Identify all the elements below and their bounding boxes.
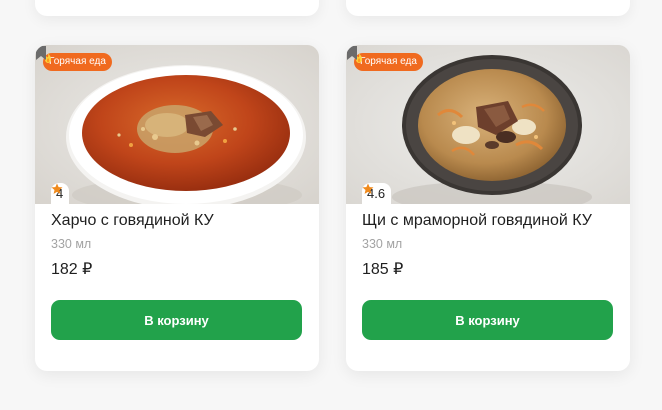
bookmark-icon[interactable] <box>35 45 47 61</box>
product-volume: 330 мл <box>362 237 403 251</box>
hot-food-badge: Горячая еда <box>43 53 112 71</box>
product-volume: 330 мл <box>51 237 92 251</box>
bookmark-icon[interactable] <box>346 45 358 61</box>
star-icon <box>362 183 374 194</box>
product-title[interactable]: Щи с мраморной говядиной КУ <box>362 212 592 230</box>
product-card[interactable]: Горячая еда 4 Харчо с говядиной КУ 330 м… <box>35 45 319 371</box>
product-photo[interactable]: Горячая еда 4 <box>35 45 319 204</box>
product-price: 182 ₽ <box>51 261 93 278</box>
hot-food-badge: Горячая еда <box>354 53 423 71</box>
product-price: 185 ₽ <box>362 261 404 278</box>
product-card-partial <box>35 0 319 16</box>
product-title[interactable]: Харчо с говядиной КУ <box>51 212 214 230</box>
rating-badge: 4 <box>51 183 70 204</box>
star-icon <box>51 183 63 194</box>
add-to-cart-button[interactable]: В корзину <box>362 300 613 340</box>
product-card[interactable]: Горячая еда 4.6 Щи с мраморной говядиной… <box>346 45 630 371</box>
rating-badge: 4.6 <box>362 183 392 204</box>
product-card-partial <box>346 0 630 16</box>
product-photo[interactable]: Горячая еда 4.6 <box>346 45 630 204</box>
add-to-cart-button[interactable]: В корзину <box>51 300 302 340</box>
